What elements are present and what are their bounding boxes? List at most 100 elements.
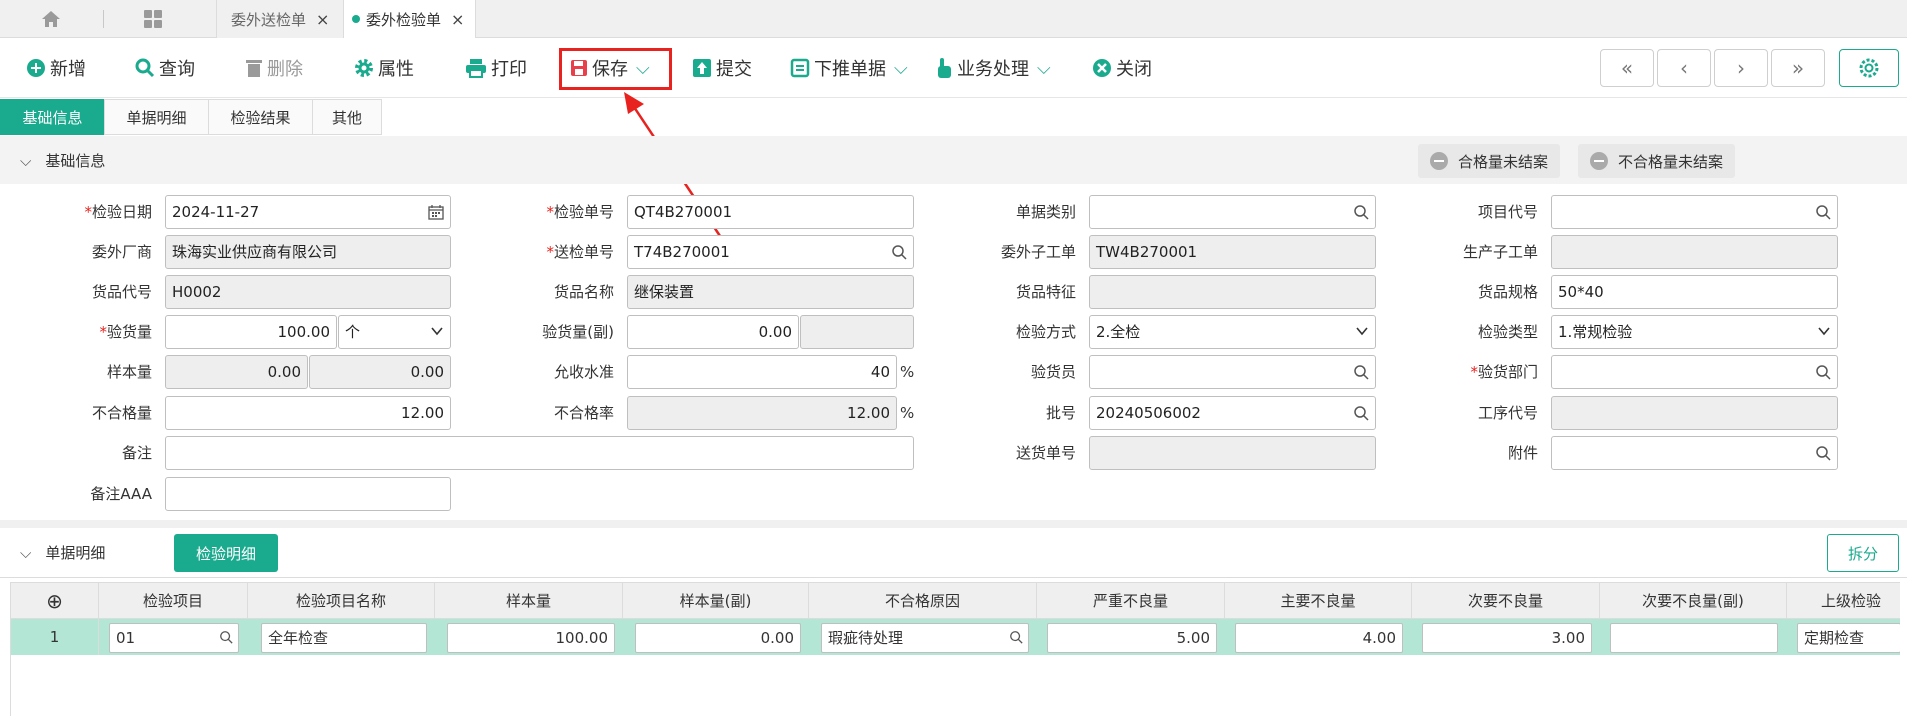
col-header: 次要不良量(副) (1600, 583, 1787, 619)
cell-item-name[interactable]: 全年检查 (261, 623, 427, 653)
qualified-open-pill[interactable]: 合格量未结案 (1418, 144, 1561, 178)
col-header: 主要不良量 (1225, 583, 1412, 619)
cell-parent[interactable]: 定期检查 (1797, 623, 1900, 653)
detail-section-toggle[interactable]: ⌵ 单据明细 (20, 542, 105, 563)
qty2-field[interactable]: 0.00 (627, 315, 799, 349)
accept-field[interactable]: 40 (627, 355, 897, 389)
item-feature-field[interactable] (1089, 275, 1376, 309)
business-label: 业务处理 (957, 59, 1029, 80)
calendar-icon[interactable] (428, 204, 444, 220)
cell-item[interactable]: 01 (109, 623, 239, 653)
send-no-field[interactable]: T74B270001 (627, 235, 914, 269)
properties-button[interactable]: 属性 (354, 51, 414, 85)
delivery-field[interactable] (1089, 436, 1376, 470)
doc-tab-inspection[interactable]: 委外检验单 × (344, 0, 476, 38)
cell-sample2[interactable]: 0.00 (635, 623, 801, 653)
chevron-down-icon (431, 327, 443, 336)
grid-apps-icon[interactable] (128, 0, 178, 38)
doc-type-field[interactable] (1089, 195, 1376, 229)
inspect-no-field[interactable]: QT4B270001 (627, 195, 914, 229)
cell-minor2[interactable] (1610, 623, 1778, 653)
col-header: 次要不良量 (1412, 583, 1600, 619)
search-icon[interactable] (1353, 364, 1369, 380)
defect-rate-label: 不合格率 (553, 404, 614, 422)
method-select[interactable]: 2.全检 (1089, 315, 1376, 349)
remark-field[interactable] (165, 436, 914, 470)
project-code-field[interactable] (1551, 195, 1838, 229)
defect-qty-field[interactable]: 12.00 (165, 396, 451, 430)
cell-minor[interactable]: 3.00 (1422, 623, 1592, 653)
close-circle-icon (1093, 59, 1111, 77)
chevron-down-icon (1818, 327, 1830, 336)
qty2-unit-field[interactable] (800, 315, 914, 349)
first-record-button[interactable]: « (1600, 49, 1654, 87)
search-icon[interactable] (891, 244, 907, 260)
business-button[interactable]: 业务处理 ⌵ (935, 51, 1051, 85)
inspect-date-field[interactable]: 2024-11-27 (165, 195, 451, 229)
dept-field[interactable] (1551, 355, 1838, 389)
section-toggle[interactable]: ⌵ 基础信息 (20, 150, 105, 171)
prev-record-button[interactable]: ‹ (1657, 49, 1711, 87)
inspect-date-label: *检验日期 (84, 203, 152, 221)
search-icon[interactable] (1815, 364, 1831, 380)
tab-doc-detail[interactable]: 单据明细 (104, 99, 209, 135)
query-label: 查询 (159, 59, 195, 80)
sample-field[interactable]: 0.00 (165, 355, 308, 389)
query-button[interactable]: 查询 (135, 51, 195, 85)
tab-inspection-result[interactable]: 检验结果 (208, 99, 313, 135)
vendor-field[interactable]: 珠海实业供应商有限公司 (165, 235, 451, 269)
last-label: » (1791, 56, 1805, 80)
item-code-field[interactable]: H0002 (165, 275, 451, 309)
qty-field[interactable]: 100.00 (165, 315, 337, 349)
tab-other[interactable]: 其他 (312, 99, 382, 135)
search-icon[interactable] (1353, 204, 1369, 220)
item-feature-label: 货品特征 (1015, 283, 1076, 301)
settings-button[interactable] (1839, 49, 1899, 87)
close-tab-icon[interactable]: × (451, 10, 464, 29)
tab-basic-info[interactable]: 基础信息 (0, 99, 105, 135)
push-down-button[interactable]: 下推单据 ⌵ (790, 51, 908, 85)
item-name-field[interactable]: 继保装置 (627, 275, 914, 309)
defect-rate-percent: % (900, 404, 915, 422)
split-button[interactable]: 拆分 (1827, 534, 1899, 572)
first-label: « (1620, 56, 1634, 80)
inspection-detail-tab[interactable]: 检验明细 (174, 534, 278, 572)
search-icon[interactable] (219, 630, 233, 644)
prod-sub-order-field[interactable] (1551, 235, 1838, 269)
cell-major[interactable]: 4.00 (1235, 623, 1403, 653)
remark-aaa-field[interactable] (165, 477, 451, 511)
search-icon[interactable] (1815, 204, 1831, 220)
attach-field[interactable] (1551, 436, 1838, 470)
vendor-label: 委外厂商 (91, 243, 152, 261)
submit-button[interactable]: 提交 (692, 51, 752, 85)
item-spec-field[interactable]: 50*40 (1551, 275, 1838, 309)
unqualified-open-pill[interactable]: 不合格量未结案 (1578, 144, 1736, 178)
close-button[interactable]: 关闭 (1092, 51, 1152, 85)
search-icon[interactable] (1009, 630, 1023, 644)
cell-reason[interactable]: 瑕疵待处理 (821, 623, 1029, 653)
sub-order-field[interactable]: TW4B270001 (1089, 235, 1376, 269)
new-label: 新增 (50, 59, 86, 80)
doc-tab-send-inspection[interactable]: 委外送检单 × (216, 0, 344, 38)
cell-sample[interactable]: 100.00 (447, 623, 615, 653)
batch-field[interactable]: 20240506002 (1089, 396, 1376, 430)
new-button[interactable]: 新增 (26, 51, 86, 85)
search-icon[interactable] (1815, 445, 1831, 461)
unit-select[interactable]: 个 (338, 315, 451, 349)
minus-circle-icon (1590, 152, 1608, 170)
add-row-icon[interactable]: ⊕ (11, 583, 99, 619)
search-icon[interactable] (1353, 405, 1369, 421)
type-select[interactable]: 1.常规检验 (1551, 315, 1838, 349)
sample2-field[interactable]: 0.00 (309, 355, 451, 389)
close-tab-icon[interactable]: × (316, 10, 329, 29)
cell-critical[interactable]: 5.00 (1047, 623, 1217, 653)
next-record-button[interactable]: › (1714, 49, 1768, 87)
delete-button[interactable]: 删除 (245, 51, 303, 85)
home-icon[interactable] (26, 0, 76, 38)
last-record-button[interactable]: » (1771, 49, 1825, 87)
gear-icon (355, 59, 373, 77)
defect-rate-field[interactable]: 12.00 (627, 396, 897, 430)
process-field[interactable] (1551, 396, 1838, 430)
print-button[interactable]: 打印 (465, 51, 527, 85)
inspector-field[interactable] (1089, 355, 1376, 389)
